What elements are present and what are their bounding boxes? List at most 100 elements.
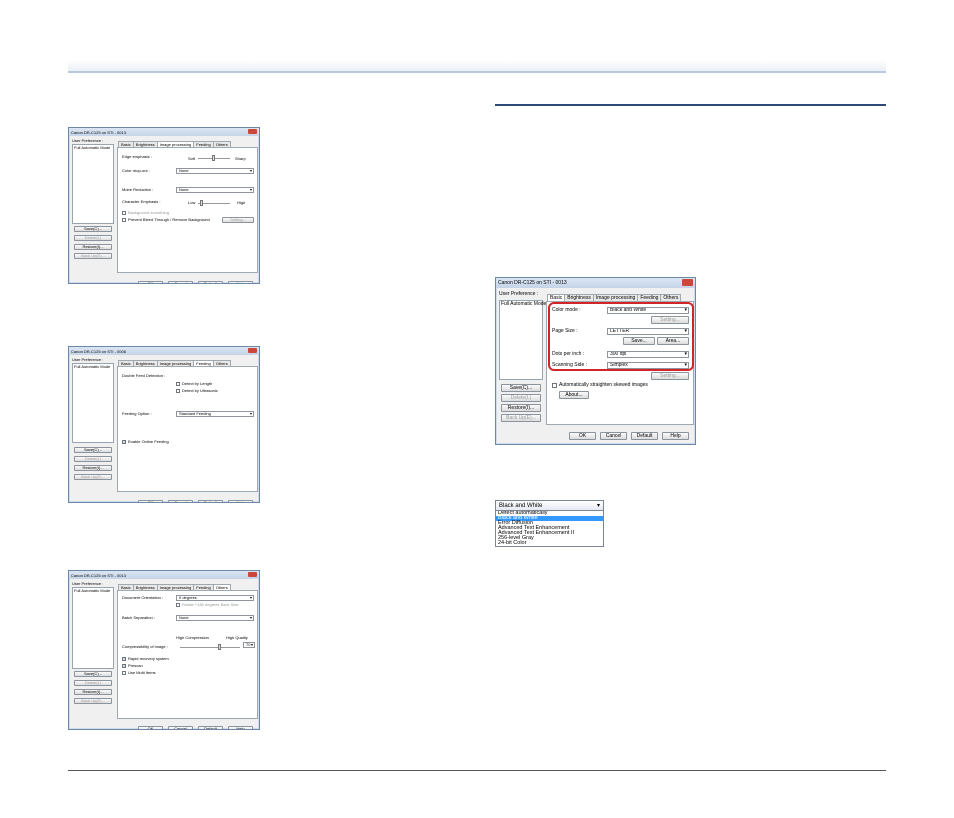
backup-button[interactable]: Back Up(E)... (74, 698, 112, 704)
rotate-back-checkbox[interactable] (176, 603, 180, 607)
setting-button[interactable]: Setting... (222, 217, 254, 223)
rotate-back-label: Rotate +180 degrees Back Side (182, 602, 239, 607)
help-button[interactable]: Help (228, 726, 253, 729)
bg-smooth-label: Background smoothing (128, 210, 169, 215)
online-feeding-checkbox[interactable] (122, 439, 126, 444)
delete-button[interactable]: Delete(L) (501, 394, 541, 402)
backup-button[interactable]: Back Up(E)... (74, 253, 112, 259)
restore-button[interactable]: Restore(I)... (501, 404, 541, 412)
save-button[interactable]: Save(C)... (501, 384, 541, 392)
detect-length-checkbox[interactable] (176, 382, 180, 386)
backup-button[interactable]: Back Up(E)... (501, 414, 541, 422)
close-icon[interactable] (682, 279, 693, 286)
bg-smooth-checkbox[interactable] (122, 211, 126, 215)
high-quality-label: High Quality (226, 635, 248, 640)
restore-button[interactable]: Restore(I)... (74, 465, 112, 471)
dialog-title: Canon DR-C125 on STI - 0013 (69, 128, 259, 136)
save-button[interactable]: Save(C)... (74, 226, 112, 232)
default-button[interactable]: Default (198, 281, 223, 283)
dialog-title: Canon DR-C125 on STI - 0006 (69, 347, 259, 355)
dropdown-options: Detect automatically Black and White Err… (495, 510, 604, 547)
dropdown-option[interactable]: 24-bit Color (496, 540, 603, 546)
dialog-title: Canon DR-C125 on STI - 0013 (69, 571, 259, 579)
color-mode-dropdown[interactable]: Black and White Detect automatically Bla… (495, 500, 604, 547)
rapid-recovery-checkbox[interactable] (122, 656, 126, 661)
user-pref-list[interactable]: Full Automatic Mode (499, 300, 546, 380)
color-drop-select[interactable]: None (176, 168, 254, 174)
slider-handle[interactable] (200, 200, 203, 206)
slider-handle[interactable] (218, 644, 221, 650)
multi-items-checkbox[interactable] (122, 671, 126, 675)
prescan-checkbox[interactable] (122, 663, 126, 668)
compress-slider[interactable] (180, 647, 240, 648)
batch-sep-select[interactable]: None (176, 615, 254, 621)
high-compression-label: High Compression (176, 635, 209, 640)
save-button[interactable]: Save(C)... (74, 671, 112, 677)
tab-panel: Color mode : Black and White Setting... … (546, 301, 694, 425)
doc-orient-label: Document Orientation : (122, 595, 164, 600)
user-pref-label: User Preference : (499, 291, 539, 297)
default-button[interactable]: Default (631, 432, 658, 440)
char-emph-label: Character Emphasis : (122, 199, 161, 204)
doc-orient-select[interactable]: 0 degrees (176, 595, 254, 601)
help-button[interactable]: Help (228, 500, 253, 502)
cancel-button[interactable]: Cancel (168, 726, 193, 729)
soft-label: Soft (188, 156, 196, 161)
slider-handle[interactable] (212, 155, 215, 161)
backup-button[interactable]: Back Up(E)... (74, 474, 112, 480)
close-icon[interactable] (248, 129, 257, 134)
cancel-button[interactable]: Cancel (168, 281, 193, 283)
dialog-others: Canon DR-C125 on STI - 0013 User Prefere… (68, 570, 260, 730)
feeding-option-select[interactable]: Standard Feeding (176, 411, 254, 417)
user-pref-list[interactable]: Full Automatic Mode (72, 363, 114, 443)
help-button[interactable]: Help (662, 432, 689, 440)
prevent-bleed-checkbox[interactable] (122, 218, 126, 222)
prevent-bleed-label: Prevent Bleed Through / Remove Backgroun… (128, 217, 210, 222)
user-pref-label: User Preference : (72, 357, 104, 362)
ok-button[interactable]: OK (138, 281, 163, 283)
multi-items-label: Use Multi Items (128, 670, 156, 675)
close-icon[interactable] (248, 572, 257, 577)
high-label: High (237, 200, 246, 205)
ok-button[interactable]: OK (569, 432, 596, 440)
compress-spinner[interactable]: 70 (243, 642, 255, 648)
dialog-feeding: Canon DR-C125 on STI - 0006 User Prefere… (68, 346, 260, 503)
restore-button[interactable]: Restore(I)... (74, 689, 112, 695)
ok-button[interactable]: OK (138, 500, 163, 502)
detect-ultrasonic-checkbox[interactable] (176, 389, 180, 393)
user-pref-list[interactable]: Full Automatic Mode (72, 587, 114, 669)
dialog-basic: Canon DR-C125 on STI - 0013 User Prefere… (495, 277, 696, 445)
delete-button[interactable]: Delete(L) (74, 235, 112, 241)
dropdown-selected[interactable]: Black and White (495, 500, 604, 511)
cancel-button[interactable]: Cancel (168, 500, 193, 502)
list-item[interactable]: Full Automatic Mode (74, 145, 110, 150)
delete-button[interactable]: Delete(L) (74, 680, 112, 686)
user-pref-list[interactable]: Full Automatic Mode (72, 144, 114, 224)
list-item[interactable]: Full Automatic Mode (74, 588, 110, 593)
detect-ultrasonic-label: Detect by Ultrasonic (182, 388, 218, 393)
default-button[interactable]: Default (198, 500, 223, 502)
cancel-button[interactable]: Cancel (600, 432, 627, 440)
header-rule (68, 71, 886, 73)
default-button[interactable]: Default (198, 726, 223, 729)
rapid-recovery-label: Rapid recovery system (128, 656, 169, 661)
moire-label: Moire Reduction : (122, 187, 154, 192)
moire-select[interactable]: None (176, 187, 254, 193)
help-button[interactable]: Help (228, 281, 253, 283)
restore-button[interactable]: Restore(I)... (74, 244, 112, 250)
delete-button[interactable]: Delete(L) (74, 456, 112, 462)
auto-straighten-checkbox[interactable] (552, 383, 557, 388)
list-item[interactable]: Full Automatic Mode (74, 364, 110, 369)
save-button[interactable]: Save(C)... (74, 447, 112, 453)
sharp-label: Sharp (235, 156, 246, 161)
ok-button[interactable]: OK (138, 726, 163, 729)
user-pref-label: User Preference : (72, 581, 104, 586)
edge-label: Edge emphasis : (122, 154, 152, 159)
user-pref-label: User Preference : (72, 138, 104, 143)
double-feed-label: Double Feed Detection : (122, 373, 166, 378)
close-icon[interactable] (248, 348, 257, 353)
setting-button-2[interactable]: Setting... (651, 372, 689, 380)
tab-panel: Edge emphasis : Soft Sharp Color drop-ou… (117, 147, 258, 273)
list-item[interactable]: Full Automatic Mode (501, 301, 546, 307)
about-button[interactable]: About... (559, 391, 589, 399)
